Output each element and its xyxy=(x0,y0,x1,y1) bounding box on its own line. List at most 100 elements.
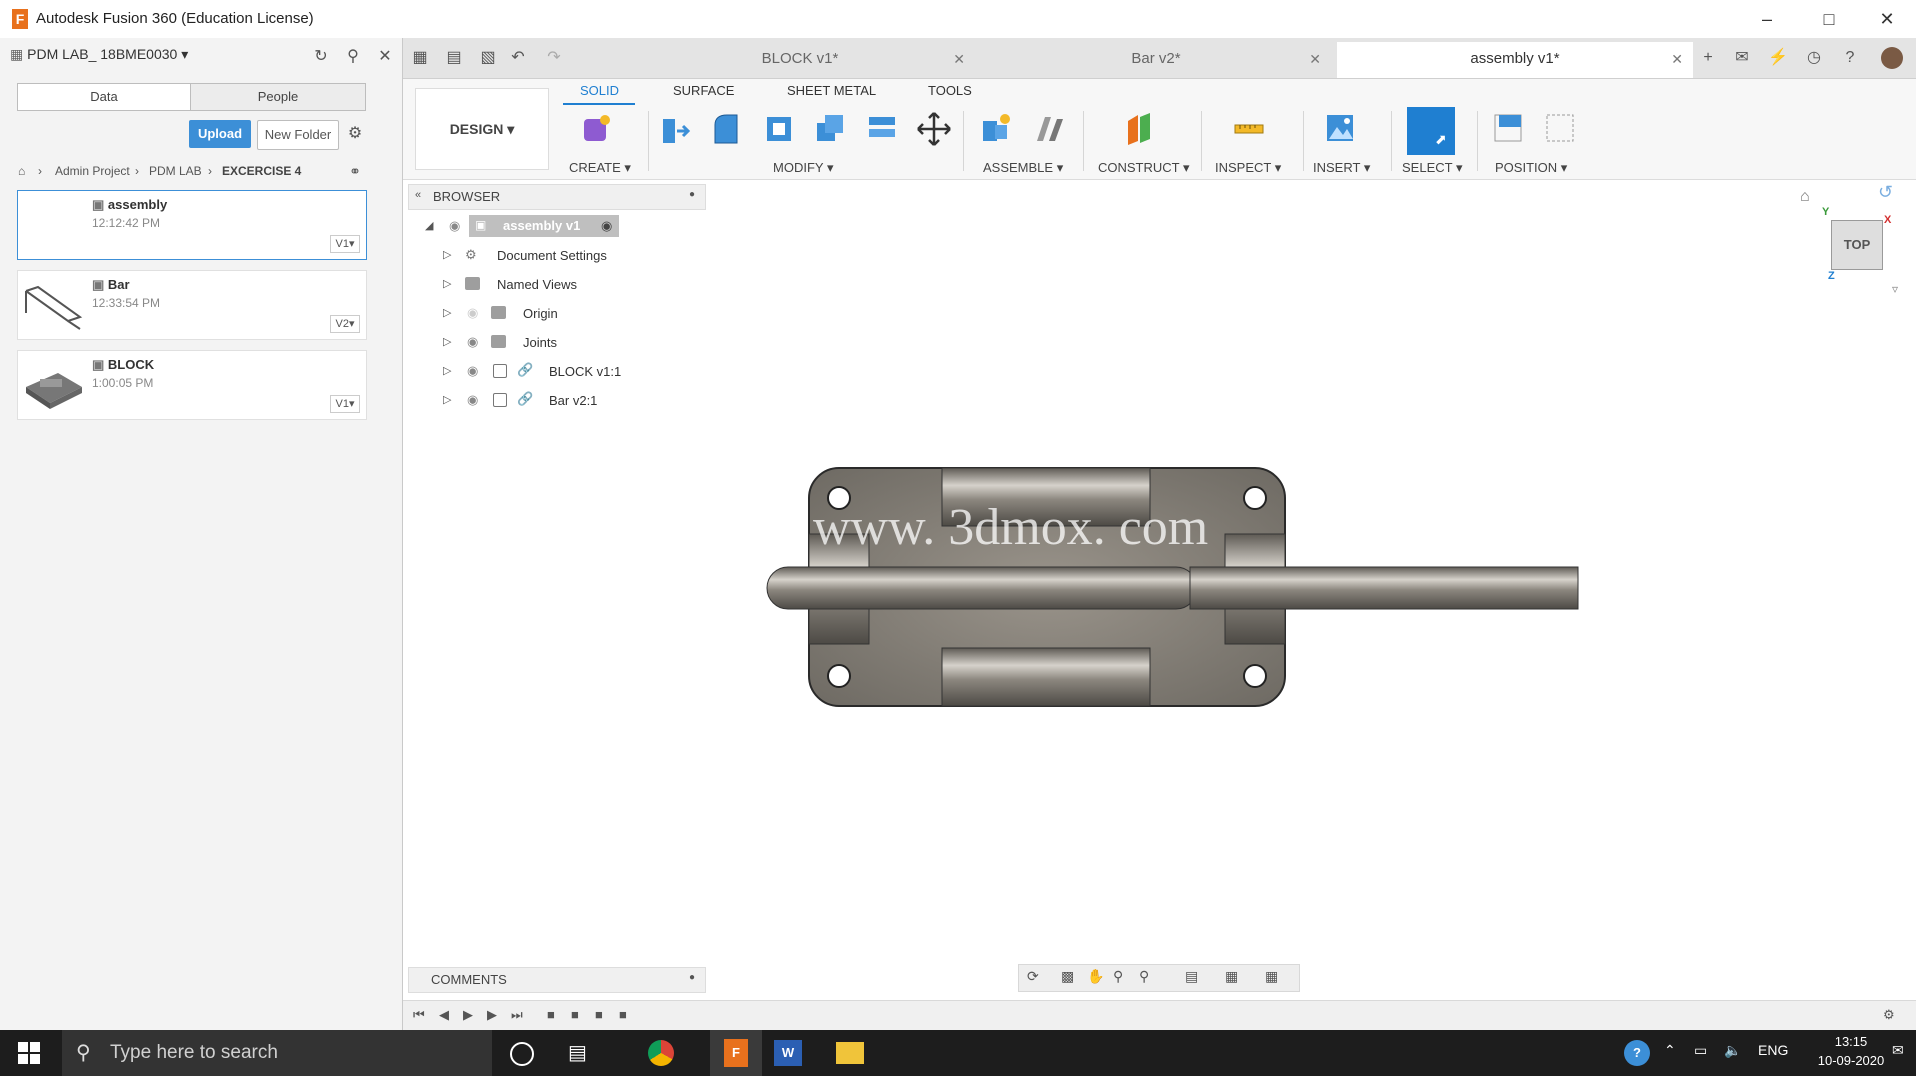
gear-icon[interactable]: ⚙ xyxy=(344,123,366,145)
save-icon[interactable]: ▧ xyxy=(477,47,499,69)
timeline-feature-icon[interactable]: ■ xyxy=(547,1007,555,1022)
expand-arrow-icon[interactable]: ▷ xyxy=(443,306,451,319)
tab-sheet-metal[interactable]: SHEET METAL xyxy=(787,83,876,98)
battery-icon[interactable]: ▭ xyxy=(1694,1042,1707,1059)
joint-icon[interactable] xyxy=(1031,111,1065,147)
project-selector[interactable]: ▦ PDM LAB_ 18BME0030 ▾ xyxy=(10,46,188,63)
clock-icon[interactable]: ◷ xyxy=(1803,47,1825,69)
visibility-eye-icon[interactable]: ◉ xyxy=(467,334,478,350)
new-tab-icon[interactable]: + xyxy=(1697,47,1719,69)
timeline-feature-icon[interactable]: ■ xyxy=(571,1007,579,1022)
comments-panel[interactable]: COMMENTS ● xyxy=(408,967,706,993)
word-icon[interactable]: W xyxy=(774,1040,802,1066)
visibility-eye-icon[interactable]: ◉ xyxy=(467,363,478,379)
group-modify[interactable]: MODIFY ▾ xyxy=(773,160,833,176)
move-icon[interactable] xyxy=(917,111,951,147)
zoom-icon[interactable]: ⚲ xyxy=(1113,968,1123,985)
shell-icon[interactable] xyxy=(761,111,795,147)
expand-arrow-icon[interactable]: ▷ xyxy=(443,393,451,406)
go-to-end-icon[interactable]: ⏭ xyxy=(511,1007,523,1023)
grid-settings-icon[interactable]: ▦ xyxy=(1225,968,1238,985)
chat-icon[interactable]: ✉ xyxy=(1731,47,1753,69)
group-insert[interactable]: INSERT ▾ xyxy=(1313,160,1370,176)
measure-icon[interactable] xyxy=(1232,111,1266,147)
browser-item-block[interactable]: ▷ ◉ 🔗 BLOCK v1:1 xyxy=(443,360,643,384)
fusion-taskbar-button[interactable]: F xyxy=(710,1030,762,1076)
show-hidden-icons[interactable]: ⌃ xyxy=(1664,1042,1676,1059)
activate-radio-icon[interactable]: ◉ xyxy=(601,218,612,234)
offset-face-icon[interactable] xyxy=(865,111,899,147)
file-card-block[interactable]: ▣ BLOCK 1:00:05 PM V1▾ xyxy=(17,350,367,420)
tab-tools[interactable]: TOOLS xyxy=(928,83,972,98)
capture-position-icon[interactable] xyxy=(1491,111,1525,147)
taskbar-search-box[interactable]: ⚲ Type here to search xyxy=(62,1030,492,1076)
minimize-button[interactable]: – xyxy=(1744,6,1790,32)
volume-icon[interactable]: 🔈 xyxy=(1724,1042,1741,1059)
expand-arrow-icon[interactable]: ◢ xyxy=(425,219,433,232)
breadcrumb-pdm-lab[interactable]: PDM LAB xyxy=(149,164,202,178)
viewcube-menu-icon[interactable]: ▿ xyxy=(1892,282,1898,296)
expand-arrow-icon[interactable]: ▷ xyxy=(443,277,451,290)
orbit-icon[interactable]: ⟳ xyxy=(1027,968,1039,985)
go-to-start-icon[interactable]: ⏮ xyxy=(413,1007,425,1023)
collapse-icon[interactable]: « xyxy=(415,189,421,201)
fillet-icon[interactable] xyxy=(709,111,743,147)
assembly-model[interactable]: www. 3dmox. com xyxy=(735,460,1585,720)
browser-item-origin[interactable]: ▷ ◉ Origin xyxy=(443,302,623,326)
close-tab-icon[interactable]: ✕ xyxy=(1671,42,1683,76)
file-card-assembly[interactable]: ▣ assembly 12:12:42 PM V1▾ xyxy=(17,190,367,260)
visibility-eye-icon[interactable]: ◉ xyxy=(467,392,478,408)
rotate-view-icon[interactable]: ↺ xyxy=(1878,182,1893,203)
file-menu-icon[interactable]: ▤ xyxy=(443,47,465,69)
root-component[interactable]: ▣ assembly v1 xyxy=(469,215,619,237)
version-dropdown[interactable]: V2▾ xyxy=(330,315,360,333)
new-component-icon[interactable] xyxy=(979,111,1013,147)
tab-solid[interactable]: SOLID xyxy=(580,83,619,98)
select-tool-button[interactable]: ⬈ xyxy=(1407,107,1455,155)
display-settings-icon[interactable]: ▤ xyxy=(1185,968,1198,985)
notification-icon[interactable]: ✉ xyxy=(1892,1042,1904,1059)
file-card-bar[interactable]: ▣ Bar 12:33:54 PM V2▾ xyxy=(17,270,367,340)
search-icon[interactable]: ⚲ xyxy=(342,46,364,68)
maximize-button[interactable]: □ xyxy=(1806,6,1852,32)
task-view-icon[interactable]: ▤ xyxy=(568,1040,587,1065)
group-construct[interactable]: CONSTRUCT ▾ xyxy=(1098,160,1190,176)
redo-icon[interactable]: ↷ xyxy=(543,47,565,69)
tab-block[interactable]: BLOCK v1* ✕ xyxy=(625,42,975,78)
revert-position-icon[interactable] xyxy=(1543,111,1577,147)
close-window-button[interactable]: ✕ xyxy=(1864,6,1910,32)
timeline-feature-icon[interactable]: ■ xyxy=(619,1007,627,1022)
browser-root[interactable]: ◢ ◉ ▣ assembly v1 ◉ xyxy=(425,215,625,239)
expand-arrow-icon[interactable]: ▷ xyxy=(443,335,451,348)
group-position[interactable]: POSITION ▾ xyxy=(1495,160,1567,176)
home-view-icon[interactable]: ⌂ xyxy=(1800,188,1810,206)
insert-image-icon[interactable] xyxy=(1323,111,1357,147)
cortana-icon[interactable] xyxy=(510,1042,534,1066)
tab-data[interactable]: Data xyxy=(17,83,191,111)
viewcube[interactable]: TOP xyxy=(1831,220,1883,270)
breadcrumb-exercise[interactable]: EXCERCISE 4 xyxy=(222,164,301,178)
step-forward-icon[interactable]: ▶ xyxy=(487,1007,497,1023)
new-folder-button[interactable]: New Folder xyxy=(257,120,339,150)
refresh-icon[interactable]: ↻ xyxy=(310,46,332,68)
browser-item-document-settings[interactable]: ▷ ⚙ Document Settings xyxy=(443,244,623,268)
look-at-icon[interactable]: ▩ xyxy=(1061,968,1074,985)
press-pull-icon[interactable] xyxy=(657,111,691,147)
language-indicator[interactable]: ENG xyxy=(1758,1042,1788,1058)
pin-icon[interactable]: ● xyxy=(689,972,695,983)
help-tray-icon[interactable]: ? xyxy=(1624,1040,1650,1066)
extensions-icon[interactable]: ⚡ xyxy=(1767,47,1789,69)
undo-icon[interactable]: ↶ xyxy=(507,47,529,69)
group-inspect[interactable]: INSPECT ▾ xyxy=(1215,160,1281,176)
close-tab-icon[interactable]: ✕ xyxy=(1309,42,1321,76)
tab-bar[interactable]: Bar v2* ✕ xyxy=(981,42,1331,78)
globe-icon[interactable]: ⚭ xyxy=(344,160,366,182)
timeline-settings-icon[interactable]: ⚙ xyxy=(1883,1007,1895,1023)
browser-panel-header[interactable]: « BROWSER ● xyxy=(408,184,706,210)
clock[interactable]: 13:15 10-09-2020 xyxy=(1816,1034,1886,1068)
visibility-eye-off-icon[interactable]: ◉ xyxy=(467,305,478,321)
pin-icon[interactable]: ● xyxy=(689,189,695,200)
visibility-eye-icon[interactable]: ◉ xyxy=(449,218,460,234)
avatar[interactable] xyxy=(1881,47,1903,69)
close-tab-icon[interactable]: ✕ xyxy=(953,42,965,76)
